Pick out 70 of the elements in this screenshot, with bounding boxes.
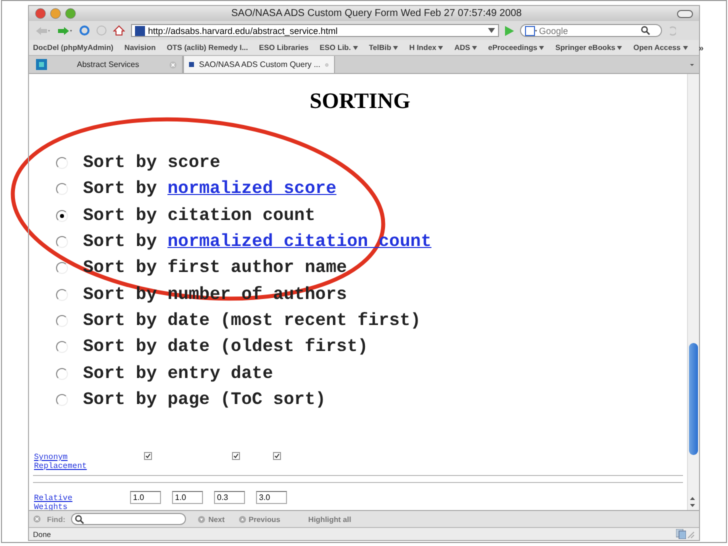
radio-button[interactable] bbox=[56, 157, 68, 170]
site-icon bbox=[135, 26, 145, 36]
radio-button[interactable] bbox=[56, 210, 68, 222]
sort-option-label: Sort by entry date bbox=[83, 364, 274, 384]
sort-option-label: Sort by date (most recent first) bbox=[83, 310, 421, 331]
weight-field[interactable]: 1.0 bbox=[172, 490, 203, 504]
sort-option-label: Sort by normalized score bbox=[83, 179, 336, 200]
weight-field[interactable]: 3.0 bbox=[256, 490, 287, 504]
dropdown-icon bbox=[617, 46, 622, 50]
reload-icon[interactable] bbox=[79, 25, 90, 36]
window-title: SAO/NASA ADS Custom Query Form Wed Feb 27 07:57:49 2008 bbox=[230, 8, 523, 19]
search-engine-icon bbox=[525, 26, 537, 36]
synonym-link[interactable]: Synonym Replacement bbox=[34, 452, 94, 471]
minimize-icon[interactable] bbox=[50, 8, 61, 19]
dropdown-icon bbox=[438, 46, 444, 50]
zoom-icon[interactable] bbox=[65, 8, 76, 19]
dropdown-icon bbox=[352, 46, 358, 50]
search-icon bbox=[75, 514, 84, 524]
radio-button[interactable] bbox=[56, 288, 68, 301]
radio-button[interactable] bbox=[56, 341, 68, 354]
go-icon[interactable] bbox=[505, 26, 514, 36]
forward-icon[interactable] bbox=[57, 26, 73, 36]
radio-button[interactable] bbox=[56, 236, 68, 248]
tab[interactable]: Abstract Services bbox=[31, 56, 183, 73]
radio-button[interactable] bbox=[56, 394, 68, 406]
weight-field[interactable]: 0.3 bbox=[214, 490, 245, 504]
page-heading: SORTING bbox=[308, 88, 410, 114]
sort-option-label: Sort by first author name bbox=[83, 258, 347, 278]
radio-button[interactable] bbox=[56, 314, 68, 327]
dropdown-icon bbox=[472, 46, 478, 50]
search-icon[interactable] bbox=[641, 26, 650, 35]
tab[interactable]: SAO/NASA ADS Custom Query ... bbox=[183, 56, 335, 73]
search-field[interactable]: Google bbox=[520, 24, 662, 37]
dropdown-icon bbox=[539, 46, 544, 50]
scrollbar[interactable] bbox=[687, 74, 699, 510]
toolbar-toggle-icon[interactable] bbox=[677, 10, 693, 18]
checkbox[interactable] bbox=[232, 452, 240, 460]
checkbox[interactable] bbox=[144, 452, 152, 460]
sort-option-label: Sort by date (oldest first) bbox=[83, 337, 368, 358]
radio-button[interactable] bbox=[56, 183, 68, 196]
sort-option-label: Sort by score bbox=[83, 153, 220, 174]
pages-icon bbox=[676, 529, 686, 539]
checkbox[interactable] bbox=[273, 452, 281, 460]
more-bookmarks-button[interactable]: » bbox=[698, 42, 704, 52]
sort-option-label: Sort by normalized citation count bbox=[83, 232, 432, 252]
close-tab-icon[interactable] bbox=[169, 60, 177, 68]
weights-link[interactable]: Relative Weights bbox=[34, 494, 79, 512]
puzzle-icon bbox=[36, 59, 47, 70]
site-icon bbox=[189, 59, 194, 70]
search-input[interactable]: Google bbox=[539, 26, 639, 36]
radio-button[interactable] bbox=[56, 262, 68, 274]
dropdown-icon bbox=[393, 46, 398, 50]
scroll-thumb[interactable] bbox=[689, 343, 698, 455]
url-field[interactable]: http://adsabs.harvard.edu/abstract_service.html bbox=[131, 24, 499, 37]
sort-option-link[interactable]: normalized score bbox=[167, 179, 336, 200]
sort-option-link[interactable]: normalized citation count bbox=[167, 232, 432, 252]
weight-field[interactable]: 1.0 bbox=[130, 490, 161, 504]
find-field[interactable] bbox=[71, 513, 186, 525]
down-arrow-icon bbox=[198, 516, 206, 522]
up-arrow-icon bbox=[238, 516, 246, 522]
dropdown-icon[interactable] bbox=[488, 28, 495, 33]
radio-button[interactable] bbox=[56, 368, 68, 380]
close-icon[interactable] bbox=[35, 8, 46, 19]
sort-option-label: Sort by citation count bbox=[83, 206, 316, 226]
home-icon[interactable] bbox=[113, 25, 125, 36]
spinner-icon bbox=[668, 26, 676, 36]
sort-option-label: Sort by page (ToC sort) bbox=[83, 390, 326, 410]
resize-grip-icon[interactable] bbox=[686, 529, 695, 539]
dropdown-icon bbox=[682, 46, 688, 50]
close-icon[interactable] bbox=[33, 515, 41, 523]
